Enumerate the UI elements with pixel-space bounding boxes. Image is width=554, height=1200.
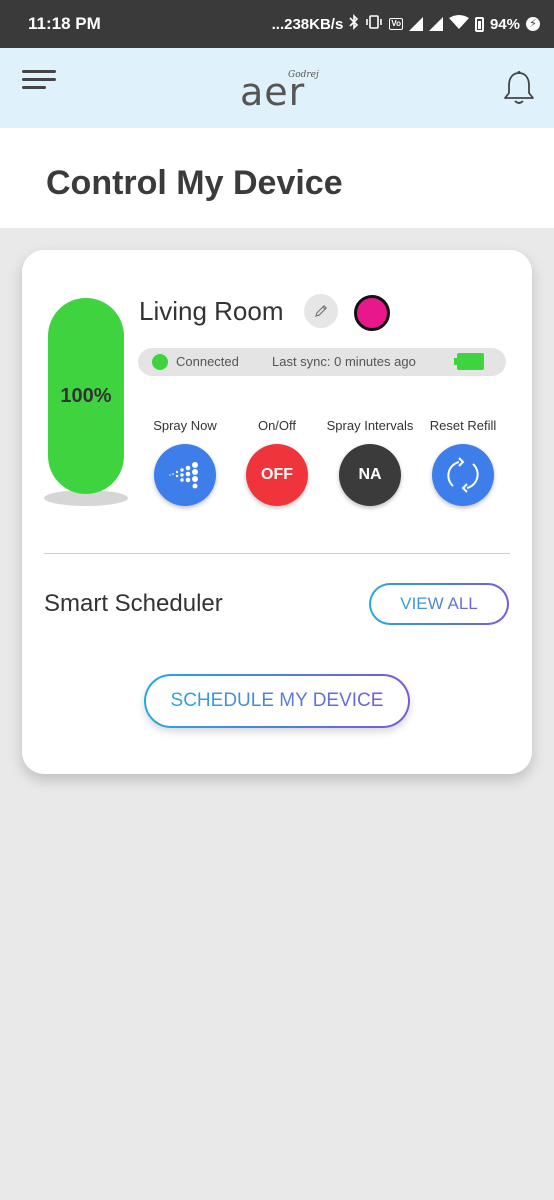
connected-indicator xyxy=(152,354,168,370)
control-spray-now: Spray Now xyxy=(140,418,230,506)
refill-level-indicator: 100% xyxy=(48,298,124,494)
signal-icon-1 xyxy=(408,17,423,31)
status-time: 11:18 PM xyxy=(28,14,101,33)
title-band: Control My Device xyxy=(0,128,554,228)
vibrate-icon xyxy=(365,15,383,33)
bell-icon[interactable] xyxy=(502,70,536,106)
refill-level-text: 100% xyxy=(60,384,112,407)
refresh-icon xyxy=(447,457,479,493)
volte-icon: Vo xyxy=(389,18,403,30)
battery-status-icon xyxy=(474,16,484,32)
card-divider xyxy=(44,553,510,554)
status-icons: ...238KB/s Vo 94% ⚡ xyxy=(272,14,540,34)
on-off-button[interactable]: OFF xyxy=(246,444,308,506)
edit-room-button[interactable] xyxy=(304,294,338,328)
wifi-icon xyxy=(448,15,469,33)
spray-now-label: Spray Now xyxy=(153,418,217,433)
spray-intervals-label: Spray Intervals xyxy=(326,418,414,433)
room-name: Living Room xyxy=(139,296,284,326)
connection-status: Connected xyxy=(176,354,239,369)
reset-refill-label: Reset Refill xyxy=(429,418,497,433)
view-all-label: VIEW ALL xyxy=(400,594,478,613)
bluetooth-icon xyxy=(349,14,359,34)
menu-icon[interactable] xyxy=(22,70,58,96)
signal-icon-2 xyxy=(428,17,443,31)
connection-status-bar: Connected Last sync: 0 minutes ago xyxy=(138,348,506,376)
on-off-label: On/Off xyxy=(257,418,297,433)
control-reset-refill: Reset Refill xyxy=(418,418,508,506)
battery-percent: 94% xyxy=(489,15,520,33)
smart-scheduler-title: Smart Scheduler xyxy=(44,590,223,617)
control-on-off: On/Off OFF xyxy=(232,418,322,506)
device-battery-icon xyxy=(454,353,484,370)
last-sync: Last sync: 0 minutes ago xyxy=(272,354,416,369)
control-spray-intervals: Spray Intervals NA xyxy=(325,418,415,506)
spray-icon xyxy=(169,462,198,489)
aer-logo: aer Godrej xyxy=(236,66,319,114)
reset-refill-button[interactable] xyxy=(432,444,494,506)
network-speed: ...238KB/s xyxy=(271,15,344,33)
spray-intervals-button[interactable]: NA xyxy=(339,444,401,506)
status-bar: 11:18 PM ...238KB/s Vo 94% ⚡ xyxy=(0,0,554,48)
spray-now-button[interactable] xyxy=(154,444,216,506)
page-title: Control My Device xyxy=(46,164,343,202)
device-color-picker[interactable] xyxy=(354,295,390,331)
device-card: 100% Living Room Connected Last sync: 0 … xyxy=(22,250,532,774)
logo-brand: Godrej xyxy=(288,70,319,80)
charging-icon: ⚡ xyxy=(526,17,540,31)
app-header: aer Godrej xyxy=(0,48,554,128)
pencil-icon xyxy=(315,304,328,317)
schedule-device-label: SCHEDULE MY DEVICE xyxy=(170,690,384,711)
view-all-button[interactable]: VIEW ALL xyxy=(369,583,509,625)
schedule-device-button[interactable]: SCHEDULE MY DEVICE xyxy=(144,674,410,728)
